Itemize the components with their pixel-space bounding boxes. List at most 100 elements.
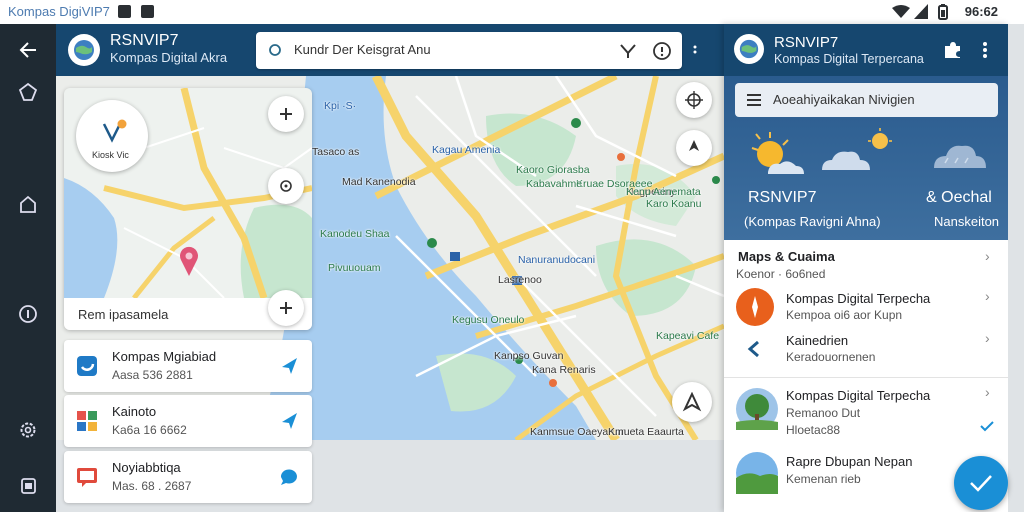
list-item-title: Kompas Digital Terpecha xyxy=(786,388,931,403)
map-label: Kapeavi Cafe xyxy=(656,330,720,342)
weather-left-subtitle: (Kompas Ravigni Ahna) xyxy=(744,214,881,229)
list-item[interactable]: Kompas Mgiabiad Aasa 536 2881 xyxy=(64,340,312,392)
confirm-fab-button[interactable] xyxy=(954,456,1008,510)
map-label: Kegusu Oneulo xyxy=(452,314,525,326)
chevron-right-icon: › xyxy=(985,384,990,400)
right-panel-subtitle: Kompas Digital Terpercana xyxy=(774,52,924,66)
inset-locate-button[interactable] xyxy=(268,168,304,204)
info-icon xyxy=(19,305,37,323)
info-button[interactable] xyxy=(8,294,48,334)
more-vert-icon xyxy=(983,42,987,58)
list-item[interactable]: Kainedrien Keradouornenen › xyxy=(724,328,1008,372)
rail-nav-button[interactable] xyxy=(8,72,48,112)
map-label: Pivuuouam xyxy=(328,262,381,274)
tablet-button[interactable] xyxy=(8,466,48,506)
kompas-logo-icon xyxy=(747,340,759,358)
inset-navigate-button[interactable] xyxy=(268,96,304,132)
list-item[interactable]: Kompas Digital Terpecha Kempoa oi6 aor K… xyxy=(724,284,1008,328)
info-button-search[interactable] xyxy=(652,41,672,61)
navigate-arrow-icon[interactable] xyxy=(278,410,300,432)
sunny-cloud-icon xyxy=(751,132,804,174)
home-button[interactable] xyxy=(8,184,48,224)
weather-right-subtitle: Nanskeiton xyxy=(934,214,1000,229)
right-more-button[interactable] xyxy=(982,40,992,60)
map-label: Kanodeu Shaa xyxy=(320,228,390,240)
header-more-button[interactable] xyxy=(692,40,704,60)
map-label: Kabavahme xyxy=(526,178,583,190)
inset-map-card[interactable]: Kiosk Vic Rem ipasamela xyxy=(64,88,312,330)
map-label: Kmueta Eaaurta xyxy=(608,426,684,438)
inset-footer-text: Rem ipasamela xyxy=(78,307,169,322)
globe-icon xyxy=(74,40,94,60)
weather-right-title: & Oechal xyxy=(926,189,992,206)
navigation-icon xyxy=(682,392,702,412)
crosshair-icon xyxy=(280,180,292,192)
list-item[interactable]: Kompas Digital Terpecha Remanoo Dut Hloe… xyxy=(724,382,1008,442)
check-icon xyxy=(980,421,994,432)
section-title: Maps & Cuaima xyxy=(738,249,835,264)
directions-button[interactable] xyxy=(618,41,638,61)
route-icon xyxy=(280,302,292,314)
map-label: Kanpso Guvan xyxy=(494,350,564,362)
right-panel-header: RSNVIP7 Kompas Digital Terpercana xyxy=(724,24,1008,76)
search-input[interactable]: Kundr Der Keisgrat Anu xyxy=(256,32,682,69)
inset-badge-label: Kiosk Vic xyxy=(92,150,129,160)
map-label: Kaoro Giorasba xyxy=(516,164,590,176)
battery-icon xyxy=(938,4,948,20)
list-item-title: Kainedrien xyxy=(786,333,849,348)
right-panel-title: RSNVIP7 xyxy=(774,34,839,51)
chat-icon[interactable] xyxy=(278,466,300,488)
location-logo-icon xyxy=(102,119,127,143)
header-title: RSNVIP7 xyxy=(110,32,179,49)
compass-app-icon xyxy=(736,288,774,326)
cloud-icon xyxy=(822,151,870,170)
list-item-subtitle: Keradouornenen xyxy=(786,350,876,364)
list-item-title: Rapre Dbupan Nepan xyxy=(786,454,913,469)
list-item-subtitle: Remanoo Dut xyxy=(786,406,861,420)
navigate-arrow-icon[interactable] xyxy=(278,355,300,377)
map-label: Mad Kanenodia xyxy=(342,176,416,188)
directions-icon xyxy=(620,44,636,58)
back-arrow-icon xyxy=(19,42,36,58)
info-icon xyxy=(653,42,671,60)
status-app-title: Kompas DigiVIP7 xyxy=(8,4,110,19)
status-bar: Kompas DigiVIP7 96:62 xyxy=(0,0,1024,24)
inset-route-button[interactable] xyxy=(268,290,304,326)
map-label: Karo Koanu xyxy=(646,198,702,210)
puzzle-icon xyxy=(945,42,960,58)
section-subtitle: Koenor · 6o6ned xyxy=(736,267,826,281)
list-item-title: Kainoto xyxy=(112,404,157,419)
search-icon xyxy=(269,44,281,56)
list-item[interactable]: Kainoto Ka6a 16 6662 xyxy=(64,395,312,447)
settings-button[interactable] xyxy=(8,410,48,450)
map-label: Kana Renaris xyxy=(532,364,596,376)
locate-button[interactable] xyxy=(676,82,712,118)
extensions-button[interactable] xyxy=(942,40,962,60)
navigation-icon xyxy=(18,82,38,101)
globe-icon xyxy=(739,39,759,59)
weather-search-input[interactable]: Aoeahiyaikakan Nivigien xyxy=(735,83,998,117)
list-item-title: Kompas Digital Terpecha xyxy=(786,291,931,306)
list-item-subtitle: Kempoa oi6 aor Kupn xyxy=(786,308,903,322)
back-button[interactable] xyxy=(8,30,48,70)
navigate-button[interactable] xyxy=(672,382,712,422)
compass-button[interactable] xyxy=(676,130,712,166)
weather-search-text: Aoeahiyaikakan Nivigien xyxy=(773,92,915,107)
landscape-thumbnail xyxy=(736,452,778,494)
tablet-icon xyxy=(21,478,36,494)
tree-thumbnail xyxy=(736,388,778,430)
list-item-subtitle: Aasa 536 2881 xyxy=(112,368,193,382)
more-vert-icon xyxy=(693,45,697,54)
weather-left-title: RSNVIP7 xyxy=(748,189,817,206)
inset-badge: Kiosk Vic xyxy=(76,100,148,172)
chevron-right-icon[interactable]: › xyxy=(985,248,990,264)
app-logo xyxy=(68,34,100,66)
wifi-icon xyxy=(892,5,910,18)
map-pin-icon xyxy=(180,246,198,276)
check-icon xyxy=(970,475,992,492)
list-item[interactable]: Noyiabbtiqa Mas. 68 . 2687 xyxy=(64,451,312,503)
list-item-subtitle: Ka6a 16 6662 xyxy=(112,423,187,437)
list-item-title: Kompas Mgiabiad xyxy=(112,349,217,364)
map-label: Lasrenoo xyxy=(498,274,542,286)
signal-icon xyxy=(914,4,928,19)
